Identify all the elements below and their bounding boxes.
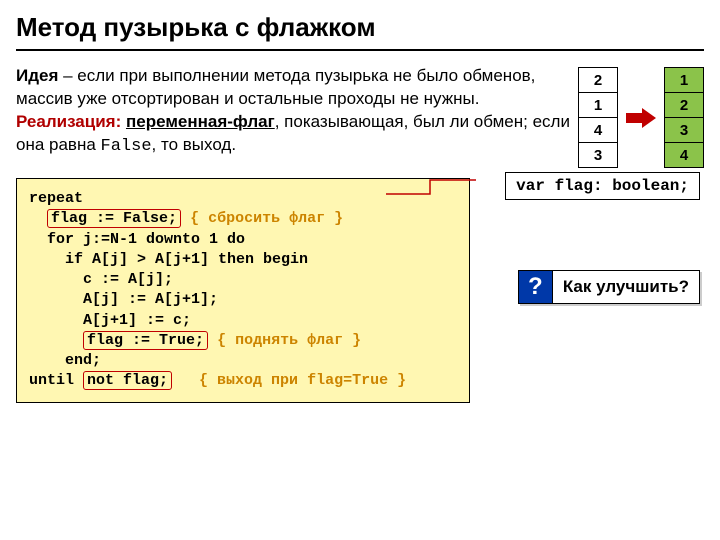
realization-text2: , то выход. [152,135,237,154]
array-right: 1 2 3 4 [664,67,704,168]
cell: 1 [664,67,704,93]
cell: 2 [664,92,704,118]
cell: 1 [578,92,618,118]
code-line: A[j+1] := с; [29,312,191,329]
idea-label: Идея [16,66,58,85]
code-line: A[j] := A[j+1]; [29,291,218,308]
code-line: с := A[j]; [29,271,173,288]
idea-text: Идея – если при выполнении метода пузырь… [16,65,570,159]
cell: 3 [664,117,704,143]
realization-underline: переменная-флаг [126,112,275,131]
var-callout: var flag: boolean; [505,172,700,200]
cell: 4 [664,142,704,168]
idea-body: – если при выполнении метода пузырька не… [16,66,535,108]
code-box-set: flag := True; [83,331,208,350]
code-block: repeat flag := False; { сбросить флаг } … [16,178,470,403]
arrow-icon [626,106,656,130]
page-title: Метод пузырька с флажком [16,12,704,51]
code-pre: until [29,372,83,389]
code-area: var flag: boolean; ? Как улучшить? repea… [16,178,704,403]
realization-label: Реализация: [16,112,121,131]
realization-false: False [101,137,152,156]
code-line: if A[j] > A[j+1] then begin [29,251,308,268]
array-diagram: 2 1 4 3 1 2 3 4 [578,65,704,168]
question-mark-icon: ? [519,271,553,303]
improve-text: Как улучшить? [553,271,699,303]
code-comment: { сбросить флаг } [190,210,343,227]
cell: 3 [578,142,618,168]
code-box-reset: flag := False; [47,209,181,228]
code-line: for j:=N-1 downto 1 do [29,231,245,248]
code-comment: { поднять флаг } [217,332,361,349]
cell: 2 [578,67,618,93]
array-left: 2 1 4 3 [578,67,618,168]
code-line: end; [29,352,101,369]
idea-row: Идея – если при выполнении метода пузырь… [16,65,704,168]
code-pre [29,332,83,349]
code-comment: { выход при flag=True } [199,372,406,389]
improve-callout: ? Как улучшить? [518,270,700,304]
code-box-until: not flag; [83,371,172,390]
code-line: repeat [29,190,83,207]
cell: 4 [578,117,618,143]
